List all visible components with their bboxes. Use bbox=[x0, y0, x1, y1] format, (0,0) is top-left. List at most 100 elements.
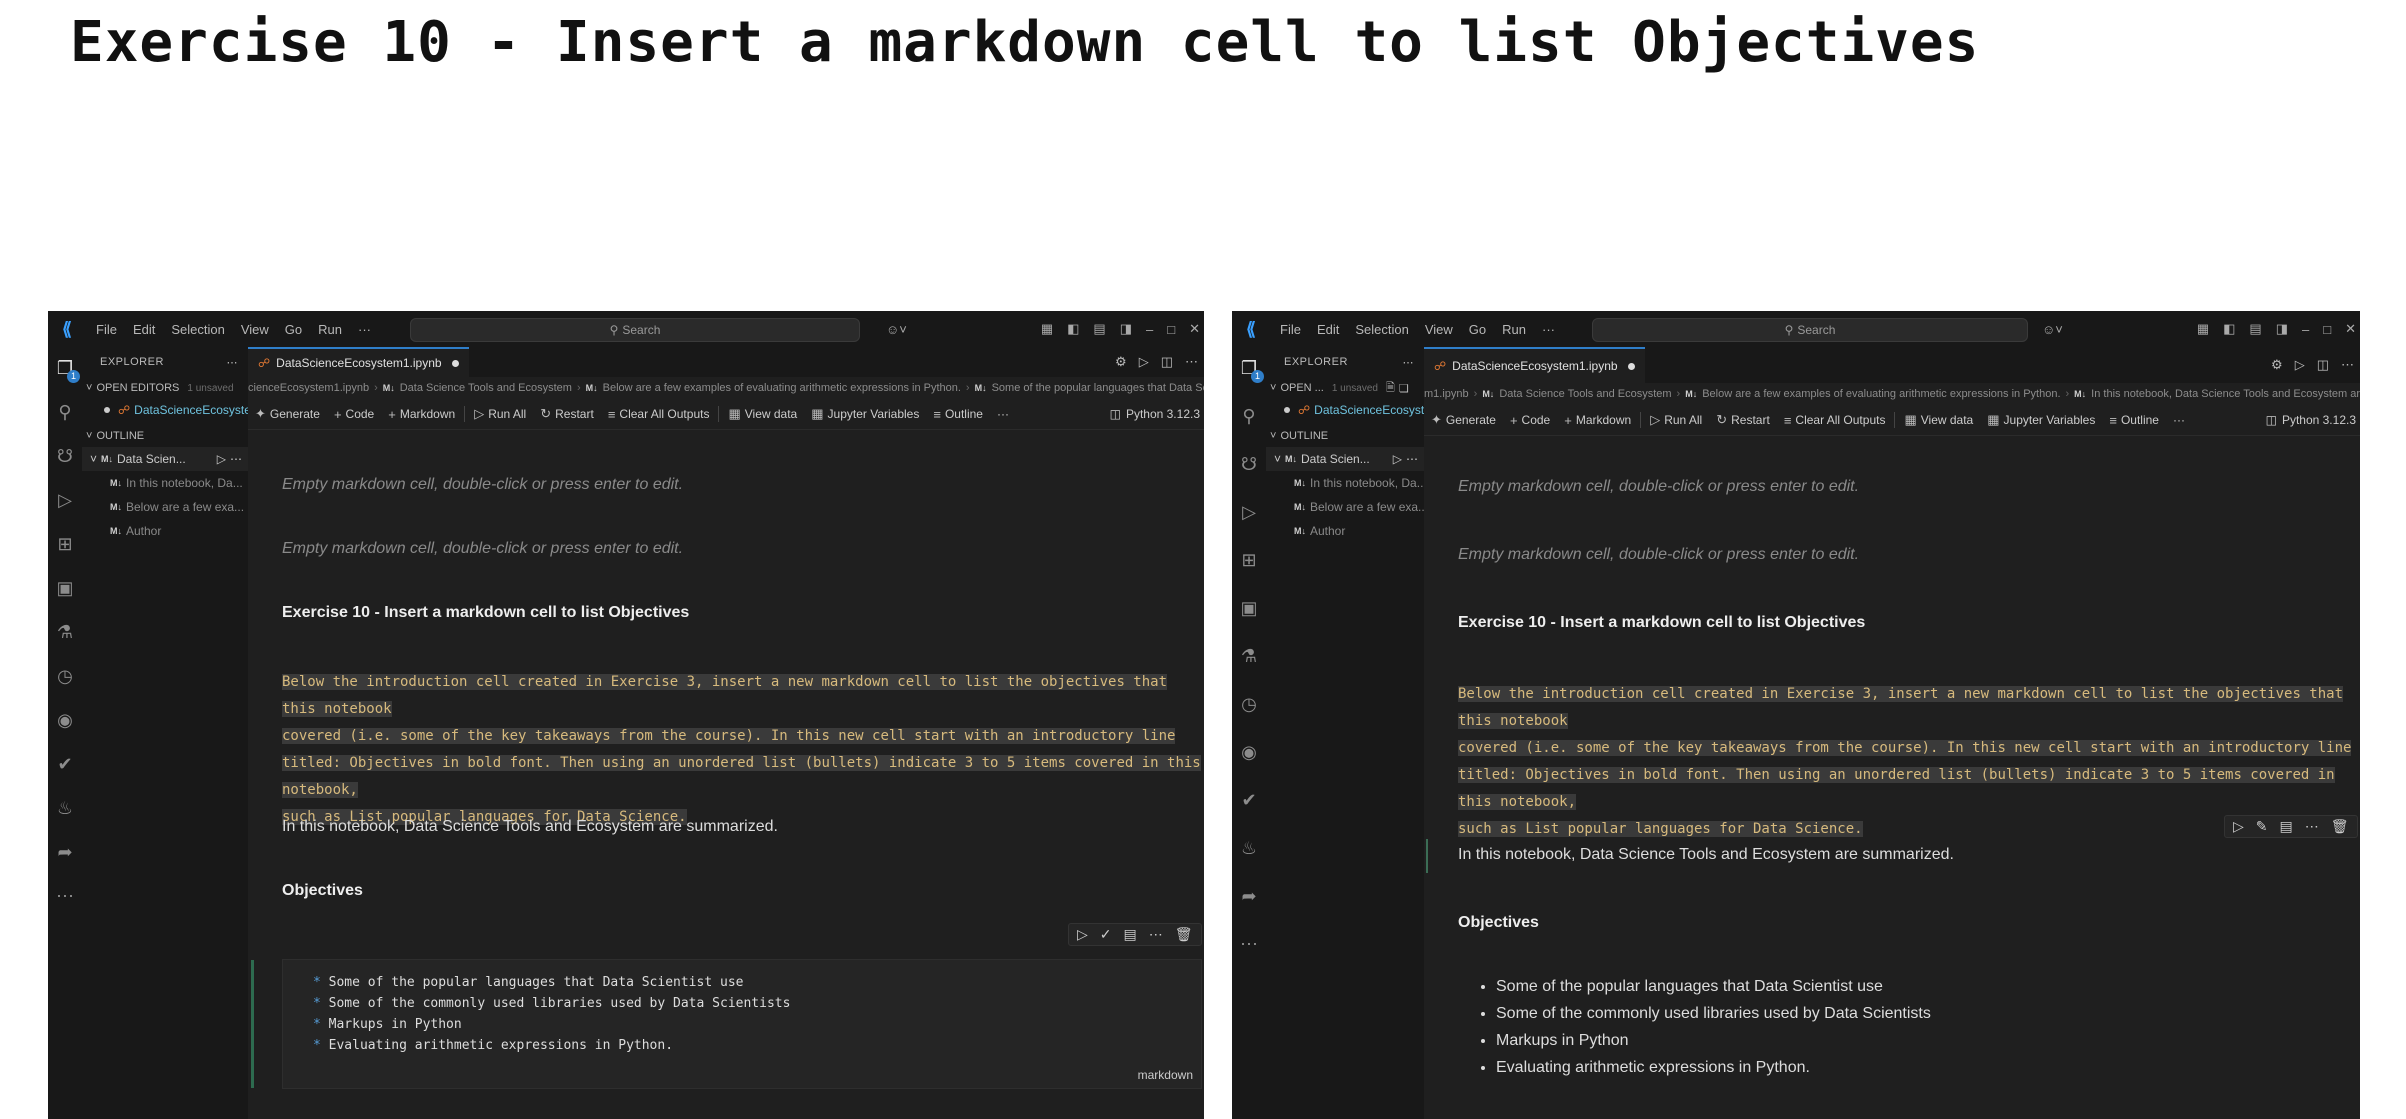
explorer-icon[interactable]: ❐ 1 bbox=[54, 357, 80, 383]
close-icon[interactable]: ✕ bbox=[2345, 321, 2356, 337]
empty-markdown-cell[interactable]: Empty markdown cell, double-click or pre… bbox=[282, 537, 683, 561]
run-all-button[interactable]: ▷ Run All bbox=[467, 406, 533, 422]
intro-text[interactable]: In this notebook, Data Science Tools and… bbox=[282, 815, 778, 839]
docker-icon[interactable]: ♨ bbox=[1238, 837, 1260, 859]
jupyter-variables-button[interactable]: ▦ Jupyter Variables bbox=[1980, 412, 2102, 428]
explorer-more-icon[interactable]: ⋯ bbox=[1403, 356, 1415, 369]
split-editor-icon[interactable]: ◫ bbox=[1161, 354, 1173, 370]
menu-go[interactable]: Go bbox=[1461, 322, 1494, 337]
menu-run[interactable]: Run bbox=[1494, 322, 1534, 337]
panel-toggle-icon[interactable]: ▤ bbox=[2249, 321, 2261, 337]
run-icon[interactable]: ▷ bbox=[2295, 357, 2305, 373]
restart-button[interactable]: ↻ Restart bbox=[1709, 412, 1777, 428]
panel-toggle-icon[interactable]: ▤ bbox=[1093, 321, 1105, 337]
breadcrumb-item[interactable]: m1.ipynb bbox=[1424, 388, 1469, 400]
menu-file[interactable]: File bbox=[1272, 322, 1309, 337]
exercise-heading[interactable]: Exercise 10 - Insert a markdown cell to … bbox=[1458, 611, 1865, 635]
objectives-list[interactable]: Some of the popular languages that Data … bbox=[1458, 973, 1931, 1081]
copilot-icon[interactable]: ☺˅ bbox=[2042, 322, 2063, 337]
toolbar-more-button[interactable]: ··· bbox=[990, 407, 1016, 421]
docker-icon[interactable]: ♨ bbox=[54, 797, 76, 819]
secondary-sidebar-icon[interactable]: ◨ bbox=[1120, 321, 1132, 337]
secondary-sidebar-icon[interactable]: ◨ bbox=[2276, 321, 2288, 337]
split-cell-icon[interactable]: ▤ bbox=[1124, 926, 1137, 943]
new-file-icon[interactable]: 🗎 bbox=[1386, 379, 1395, 398]
close-icon[interactable]: ✕ bbox=[1189, 321, 1200, 337]
sidebar-toggle-icon[interactable]: ◧ bbox=[2223, 321, 2235, 337]
outline-section[interactable]: ˅ OUTLINE bbox=[82, 425, 248, 447]
kernel-picker[interactable]: ◫ Python 3.12.3 bbox=[2266, 405, 2356, 435]
outline-button[interactable]: ≡ Outline bbox=[2102, 413, 2166, 428]
outline-item[interactable]: M↓ Author bbox=[1266, 519, 1424, 543]
menu-more[interactable]: ··· bbox=[350, 322, 379, 337]
outline-button[interactable]: ≡ Outline bbox=[926, 407, 990, 422]
check-icon[interactable]: ✔ bbox=[1238, 789, 1260, 811]
generate-button[interactable]: ✦ Generate bbox=[1424, 412, 1503, 428]
breadcrumb-item[interactable]: Below are a few examples of evaluating a… bbox=[603, 382, 961, 394]
run-cell-icon[interactable]: ▷ bbox=[217, 452, 226, 466]
menu-file[interactable]: File bbox=[88, 322, 125, 337]
split-editor-icon[interactable]: ◫ bbox=[2317, 357, 2329, 373]
github-icon[interactable]: ◉ bbox=[1238, 741, 1260, 763]
outline-item[interactable]: M↓ In this notebook, Da... bbox=[82, 471, 248, 495]
explorer-icon[interactable]: ❐ 1 bbox=[1238, 357, 1264, 383]
gear-icon[interactable]: ⚙ bbox=[2271, 357, 2283, 373]
share-icon[interactable]: ➦ bbox=[1238, 885, 1260, 907]
add-markdown-button[interactable]: + Markdown bbox=[1557, 413, 1638, 428]
jupyter-variables-button[interactable]: ▦ Jupyter Variables bbox=[804, 406, 926, 422]
minimize-icon[interactable]: – bbox=[2302, 322, 2309, 337]
layout-toggle-icon[interactable]: ▦ bbox=[2197, 321, 2209, 337]
search-icon[interactable]: ⚲ bbox=[1238, 405, 1260, 427]
menu-view[interactable]: View bbox=[233, 322, 277, 337]
sidebar-toggle-icon[interactable]: ◧ bbox=[1067, 321, 1079, 337]
layout-toggle-icon[interactable]: ▦ bbox=[1041, 321, 1053, 337]
run-cell-icon[interactable]: ▷ bbox=[1393, 452, 1402, 466]
breadcrumb-item[interactable]: Data Science Tools and Ecosystem bbox=[1499, 388, 1671, 400]
run-debug-icon[interactable]: ▷ bbox=[54, 489, 76, 511]
breadcrumb-item[interactable]: cienceEcosystem1.ipynb bbox=[248, 382, 369, 394]
command-search-box[interactable]: ⚲ Search bbox=[410, 318, 860, 342]
menu-view[interactable]: View bbox=[1417, 322, 1461, 337]
testing-flask-icon[interactable]: ⚗ bbox=[1238, 645, 1260, 667]
remote-explorer-icon[interactable]: ▣ bbox=[1238, 597, 1260, 619]
extensions-icon[interactable]: ⊞ bbox=[54, 533, 76, 555]
open-editors-section[interactable]: ˅ OPEN EDITORS 1 unsaved bbox=[82, 377, 248, 399]
outline-more-icon[interactable]: ⋯ bbox=[1406, 452, 1418, 466]
source-control-icon[interactable]: ☋ bbox=[1238, 453, 1260, 475]
maximize-icon[interactable]: □ bbox=[1167, 322, 1175, 337]
objectives-heading[interactable]: Objectives bbox=[1458, 911, 1539, 935]
run-cell-icon[interactable]: ▷ bbox=[1077, 926, 1088, 943]
copilot-icon[interactable]: ☺˅ bbox=[886, 322, 907, 337]
run-all-button[interactable]: ▷ Run All bbox=[1643, 412, 1709, 428]
intro-text[interactable]: In this notebook, Data Science Tools and… bbox=[1458, 843, 1954, 867]
cell-language-label[interactable]: markdown bbox=[1138, 1068, 1193, 1082]
search-icon[interactable]: ⚲ bbox=[54, 401, 76, 423]
check-icon[interactable]: ✔ bbox=[54, 753, 76, 775]
exercise-heading[interactable]: Exercise 10 - Insert a markdown cell to … bbox=[282, 601, 689, 625]
breadcrumb-item[interactable]: Some of the popular languages that Data … bbox=[992, 382, 1204, 394]
timeline-icon[interactable]: ◷ bbox=[54, 665, 76, 687]
menu-selection[interactable]: Selection bbox=[1347, 322, 1416, 337]
more-icon[interactable]: ⋯ bbox=[54, 885, 76, 907]
outline-root-item[interactable]: ˅ M↓ Data Scien... ▷ ⋯ bbox=[1266, 447, 1424, 471]
menu-run[interactable]: Run bbox=[310, 322, 350, 337]
menu-edit[interactable]: Edit bbox=[125, 322, 163, 337]
clear-outputs-button[interactable]: ≡ Clear All Outputs bbox=[1777, 413, 1893, 428]
extensions-icon[interactable]: ⊞ bbox=[1238, 549, 1260, 571]
instruction-block[interactable]: Below the introduction cell created in E… bbox=[282, 669, 1204, 831]
github-icon[interactable]: ◉ bbox=[54, 709, 76, 731]
timeline-icon[interactable]: ◷ bbox=[1238, 693, 1260, 715]
objectives-heading[interactable]: Objectives bbox=[282, 879, 363, 903]
generate-button[interactable]: ✦ Generate bbox=[248, 406, 327, 422]
breadcrumb-item[interactable]: In this notebook, Data Science Tools and… bbox=[2091, 388, 2360, 400]
maximize-icon[interactable]: □ bbox=[2323, 322, 2331, 337]
explorer-more-icon[interactable]: ⋯ bbox=[227, 356, 239, 369]
view-data-button[interactable]: ▦ View data bbox=[1897, 412, 1980, 428]
dirty-dot-icon[interactable] bbox=[451, 359, 459, 367]
menu-selection[interactable]: Selection bbox=[163, 322, 232, 337]
tab-notebook[interactable]: ☍ DataScienceEcosystem1.ipynb bbox=[248, 347, 469, 377]
dirty-dot-icon[interactable] bbox=[1627, 362, 1635, 370]
add-markdown-button[interactable]: + Markdown bbox=[381, 407, 462, 422]
toolbar-more-button[interactable]: ··· bbox=[2166, 413, 2192, 427]
run-icon[interactable]: ▷ bbox=[1139, 354, 1149, 370]
